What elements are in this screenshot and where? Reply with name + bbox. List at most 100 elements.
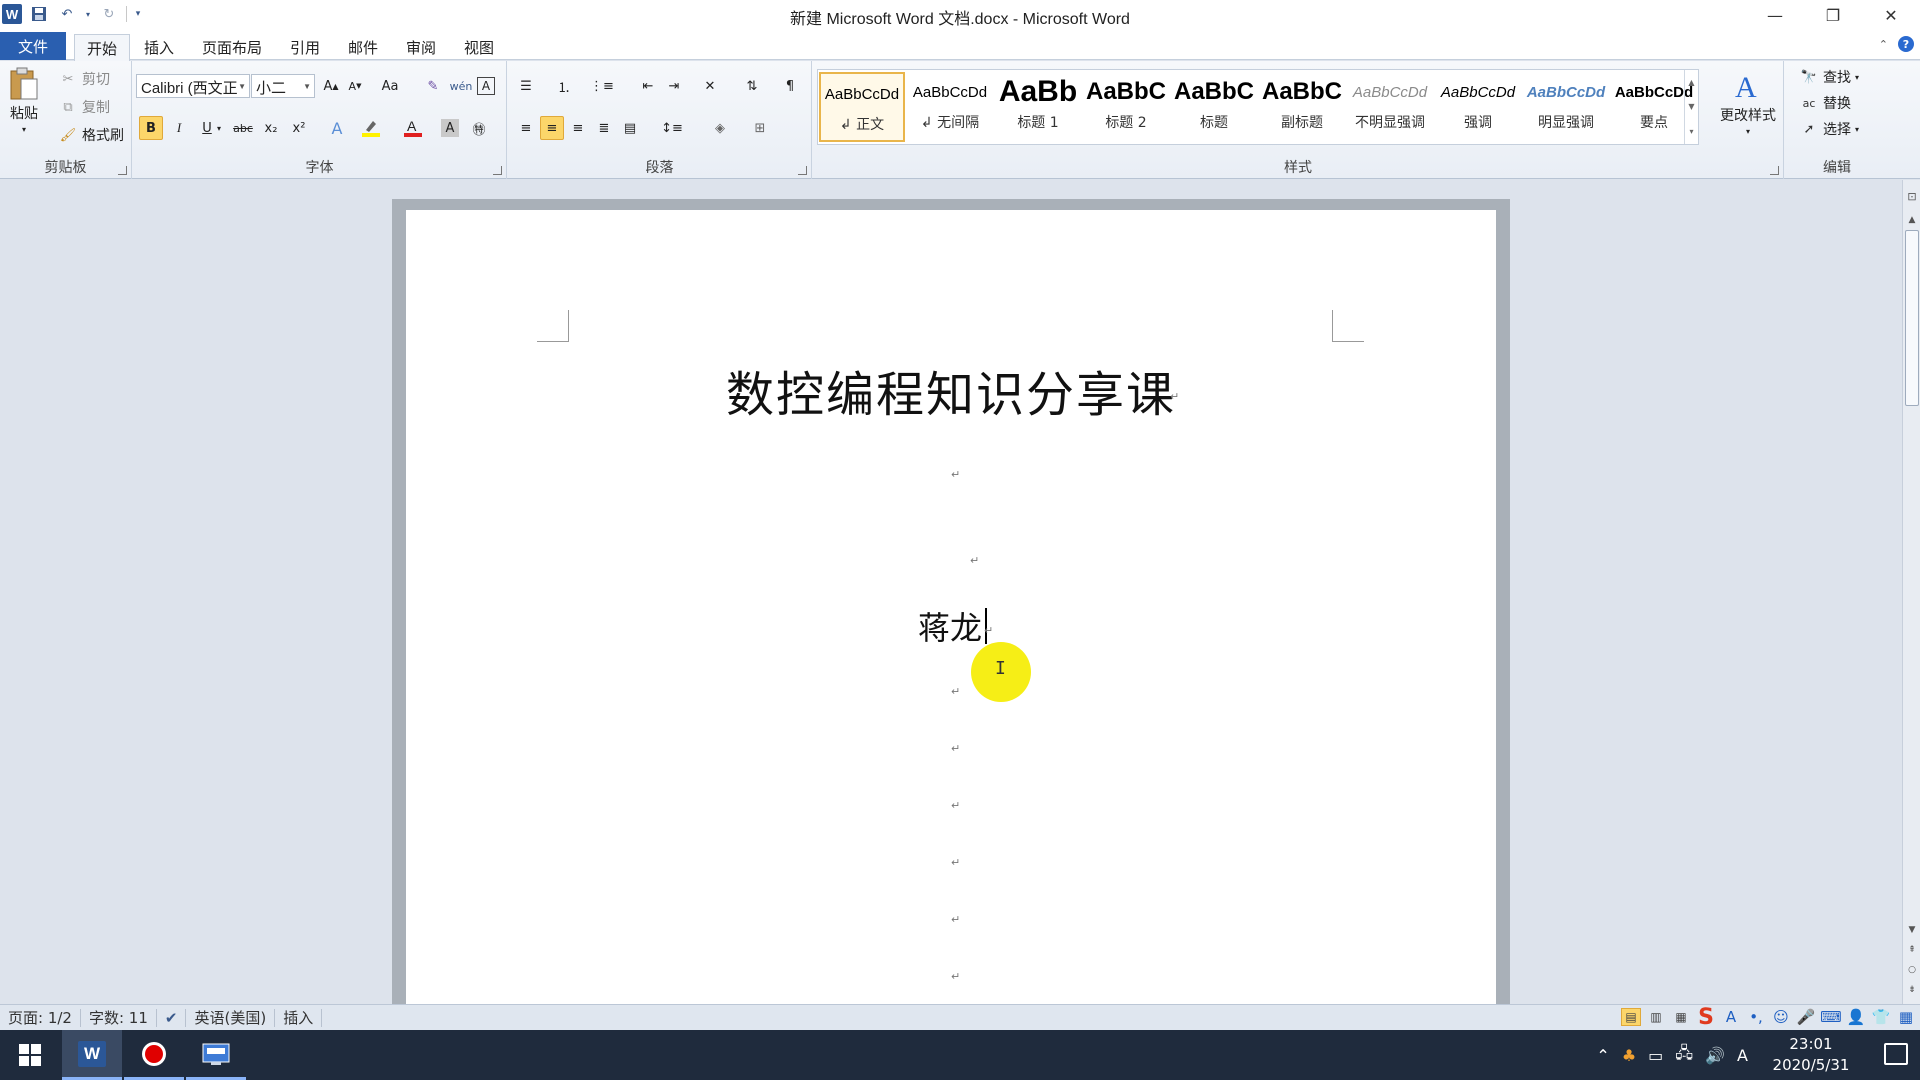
page-indicator[interactable]: 页面: 1/2: [0, 1008, 81, 1027]
styles-launcher-icon[interactable]: [1770, 166, 1779, 175]
scroll-up-icon[interactable]: ▲: [1903, 212, 1920, 228]
ime-voice-icon[interactable]: 🎤: [1796, 1007, 1816, 1027]
find-button[interactable]: 🔭 查找 ▾: [1799, 67, 1859, 87]
tab-file[interactable]: 文件: [0, 32, 66, 60]
font-name-dropdown-icon[interactable]: ▼: [238, 82, 246, 91]
ruler-toggle-icon[interactable]: ⊡: [1903, 188, 1920, 204]
network-icon[interactable]: 🖧: [1675, 1042, 1693, 1069]
ime-english-icon[interactable]: A: [1721, 1007, 1741, 1027]
language-indicator[interactable]: 英语(美国): [186, 1008, 276, 1027]
paragraph-launcher-icon[interactable]: [798, 166, 807, 175]
ime-skin-icon[interactable]: 👕: [1871, 1007, 1891, 1027]
ime-punctuation-icon[interactable]: •,: [1746, 1007, 1766, 1027]
numbering-icon[interactable]: ⒈: [552, 74, 576, 98]
tab-home[interactable]: 开始: [74, 34, 131, 61]
tab-page-layout[interactable]: 页面布局: [190, 34, 274, 61]
change-case-button[interactable]: Aa: [375, 74, 405, 98]
align-left-icon[interactable]: ≡: [514, 116, 538, 140]
taskbar-presentation-app[interactable]: [186, 1030, 246, 1080]
taskbar-word-app[interactable]: W: [62, 1030, 122, 1080]
tray-app-icon[interactable]: ♣: [1622, 1046, 1636, 1065]
ime-emoji-icon[interactable]: ☺: [1771, 1007, 1791, 1027]
ime-toolbox-icon[interactable]: ▦: [1896, 1007, 1916, 1027]
tab-view[interactable]: 视图: [452, 34, 506, 61]
bold-button[interactable]: B: [139, 116, 163, 140]
word-count[interactable]: 字数: 11: [81, 1008, 157, 1027]
style-title[interactable]: AaBbC 标题: [1171, 72, 1257, 142]
subscript-button[interactable]: x₂: [259, 116, 283, 140]
change-styles-button[interactable]: A 更改样式 ▾: [1720, 69, 1776, 136]
borders-icon[interactable]: ⊞: [748, 116, 772, 140]
ime-keyboard-icon[interactable]: ⌨: [1820, 1007, 1842, 1027]
tab-insert[interactable]: 插入: [132, 34, 186, 61]
taskbar-recorder-app[interactable]: [124, 1030, 184, 1080]
minimize-button[interactable]: —: [1746, 0, 1804, 30]
full-screen-reading-icon[interactable]: ▥: [1646, 1008, 1666, 1026]
taskbar-clock[interactable]: 23:01 2020/5/31: [1766, 1034, 1856, 1076]
proofing-status[interactable]: ✔: [157, 1008, 187, 1027]
font-launcher-icon[interactable]: [493, 166, 502, 175]
style-heading-2[interactable]: AaBbC 标题 2: [1083, 72, 1169, 142]
font-color-icon[interactable]: A: [401, 116, 425, 140]
shrink-font-icon[interactable]: A ▼: [343, 74, 367, 98]
sort-icon[interactable]: ⇅: [740, 74, 764, 98]
replace-button[interactable]: ac 替换: [1799, 93, 1851, 113]
font-size-dropdown-icon[interactable]: ▼: [303, 82, 311, 91]
style-subtitle[interactable]: AaBbC 副标题: [1259, 72, 1345, 142]
restore-button[interactable]: ❐: [1804, 0, 1862, 30]
select-browse-object-icon[interactable]: ○: [1903, 962, 1920, 978]
strikethrough-button[interactable]: abc: [231, 116, 255, 140]
justify-icon[interactable]: ≣: [592, 116, 616, 140]
distributed-icon[interactable]: ▤: [618, 116, 642, 140]
copy-button[interactable]: ⧉ 复制: [58, 97, 110, 117]
underline-dropdown-icon[interactable]: ▾: [213, 116, 225, 140]
insert-mode[interactable]: 插入: [275, 1008, 323, 1027]
text-effects-icon[interactable]: A: [325, 116, 349, 140]
gallery-down-icon[interactable]: ▼: [1688, 102, 1694, 111]
gallery-more-icon[interactable]: ▾: [1689, 127, 1693, 136]
style-emphasis[interactable]: AaBbCcDd 强调: [1435, 72, 1521, 142]
shading-icon[interactable]: ◈: [708, 116, 732, 140]
tray-overflow-icon[interactable]: ⌃: [1596, 1046, 1609, 1065]
superscript-button[interactable]: x²: [287, 116, 311, 140]
show-marks-icon[interactable]: ¶: [778, 74, 802, 98]
document-author-line[interactable]: 蒋龙: [918, 603, 982, 649]
clipboard-launcher-icon[interactable]: [118, 166, 127, 175]
web-layout-icon[interactable]: ▦: [1671, 1008, 1691, 1026]
style-subtle-emphasis[interactable]: AaBbCcDd 不明显强调: [1347, 72, 1433, 142]
style-normal[interactable]: AaBbCcDd ↲ 正文: [819, 72, 905, 142]
volume-icon[interactable]: 🔊: [1705, 1046, 1725, 1065]
select-button[interactable]: ➚ 选择 ▾: [1799, 119, 1859, 139]
tab-mailings[interactable]: 邮件: [336, 34, 390, 61]
line-spacing-icon[interactable]: ↕≡: [660, 116, 684, 140]
previous-page-icon[interactable]: ⇞: [1903, 942, 1920, 958]
align-right-icon[interactable]: ≡: [566, 116, 590, 140]
character-border-icon[interactable]: A: [477, 77, 495, 95]
enclose-characters-icon[interactable]: ㊕: [467, 116, 491, 140]
minimize-ribbon-icon[interactable]: ⌃: [1879, 38, 1888, 51]
increase-indent-icon[interactable]: ⇥: [662, 74, 686, 98]
font-name-combo[interactable]: Calibri (西文正 ▼: [136, 74, 250, 98]
bullets-icon[interactable]: ☰: [514, 74, 538, 98]
tab-references[interactable]: 引用: [278, 34, 332, 61]
document-title[interactable]: 数控编程知识分享课: [406, 355, 1496, 425]
highlight-color-icon[interactable]: [359, 116, 383, 140]
print-layout-view-icon[interactable]: ▤: [1621, 1008, 1641, 1026]
action-center-icon[interactable]: [1884, 1043, 1908, 1065]
start-button[interactable]: [0, 1030, 60, 1080]
phonetic-guide-icon[interactable]: wén: [449, 74, 473, 98]
ime-indicator[interactable]: A: [1737, 1046, 1748, 1065]
style-heading-1[interactable]: AaBb 标题 1: [995, 72, 1081, 142]
ime-user-icon[interactable]: 👤: [1846, 1007, 1866, 1027]
tab-review[interactable]: 审阅: [394, 34, 448, 61]
scroll-thumb[interactable]: [1905, 230, 1919, 406]
italic-button[interactable]: I: [167, 116, 191, 140]
cut-button[interactable]: ✂ 剪切: [58, 69, 110, 89]
paste-button[interactable]: 粘贴 ▾: [8, 67, 40, 134]
vertical-scrollbar[interactable]: ⊡ ▲ ▼ ⇞ ○ ⇟: [1902, 180, 1920, 1004]
multilevel-list-icon[interactable]: ⋮≡: [590, 74, 614, 98]
scroll-down-icon[interactable]: ▼: [1903, 922, 1920, 938]
decrease-indent-icon[interactable]: ⇤: [636, 74, 660, 98]
character-shading-icon[interactable]: A: [441, 119, 459, 137]
sogou-ime-icon[interactable]: S: [1696, 1005, 1716, 1030]
